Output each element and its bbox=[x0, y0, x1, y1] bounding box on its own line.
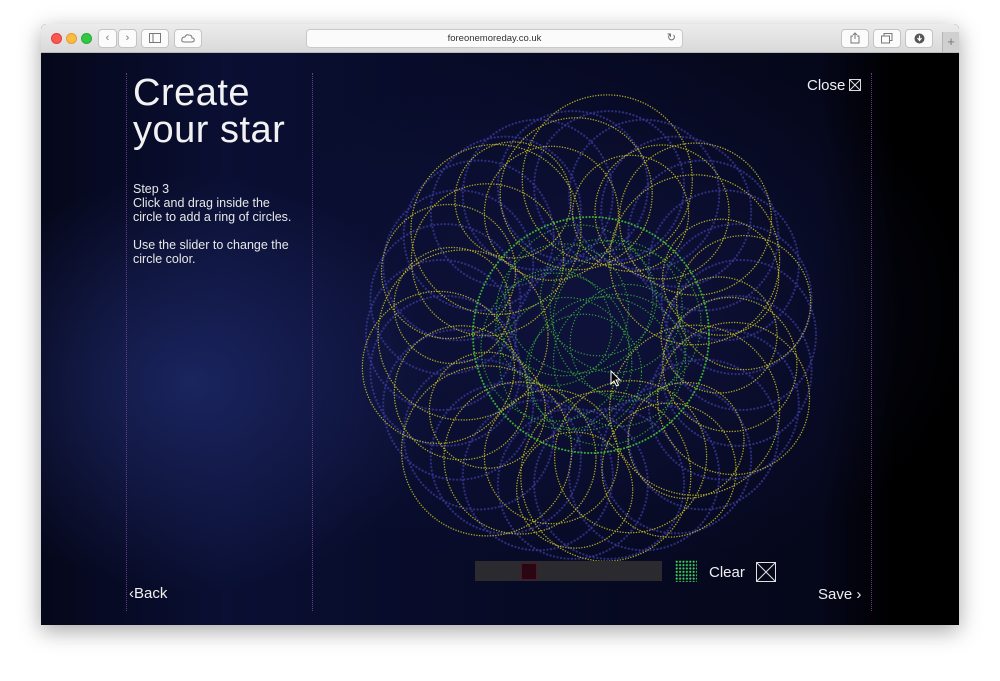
star-drawing-canvas[interactable] bbox=[41, 53, 959, 625]
background-ring-circle bbox=[496, 110, 650, 263]
back-label: Back bbox=[134, 585, 168, 602]
outer-ring-circle bbox=[608, 324, 781, 496]
background-ring-circle bbox=[429, 135, 582, 288]
background-ring-circle bbox=[402, 358, 555, 511]
sidebar-toggle-button[interactable] bbox=[141, 29, 169, 48]
downloads-button[interactable] bbox=[905, 29, 933, 48]
icloud-tabs-button[interactable] bbox=[174, 29, 202, 48]
address-bar[interactable]: foreonemoreday.co.uk ↻ bbox=[306, 29, 683, 48]
color-slider[interactable] bbox=[475, 561, 662, 581]
save-button[interactable]: Save › bbox=[818, 586, 861, 603]
mouse-cursor-icon bbox=[610, 370, 622, 387]
outer-ring-circle bbox=[410, 143, 582, 316]
clear-label: Clear bbox=[709, 564, 745, 581]
background-ring-circle bbox=[627, 159, 780, 312]
tabs-icon bbox=[881, 33, 893, 44]
new-tab-button[interactable]: + bbox=[942, 32, 959, 52]
background-ring-circle bbox=[600, 382, 753, 535]
share-button[interactable] bbox=[841, 29, 869, 48]
back-button[interactable]: ‹Back bbox=[129, 585, 167, 602]
browser-back-button[interactable]: ‹ bbox=[98, 29, 117, 48]
background-ring-circle bbox=[568, 118, 721, 271]
clear-box-icon[interactable] bbox=[756, 562, 776, 582]
outer-ring-circle bbox=[675, 234, 812, 371]
clear-button[interactable]: Clear bbox=[709, 564, 745, 581]
background-ring-circle bbox=[532, 110, 686, 263]
address-url: foreonemoreday.co.uk bbox=[447, 33, 542, 44]
background-ring-circle bbox=[660, 294, 813, 447]
background-ring-circle bbox=[369, 223, 522, 376]
outer-ring-circle bbox=[377, 249, 549, 421]
browser-forward-button[interactable]: › bbox=[118, 29, 137, 48]
browser-window: ‹ › foreonemoreday.co.uk ↻ + Create your… bbox=[41, 24, 959, 625]
share-icon bbox=[850, 32, 860, 44]
background-ring-circle bbox=[402, 159, 555, 312]
chevron-right-icon: › bbox=[125, 32, 130, 44]
color-slider-thumb[interactable] bbox=[521, 563, 537, 580]
selected-color-swatch bbox=[675, 560, 697, 582]
inner-ring-circle bbox=[528, 296, 678, 446]
reload-icon[interactable]: ↻ bbox=[667, 30, 676, 47]
tabs-overview-button[interactable] bbox=[873, 29, 901, 48]
background-ring-circle bbox=[660, 223, 813, 376]
background-ring-circle bbox=[647, 328, 800, 481]
window-close-button[interactable] bbox=[51, 33, 62, 44]
download-icon bbox=[914, 33, 924, 44]
background-ring-circle bbox=[369, 294, 522, 447]
outer-ring-circle bbox=[454, 141, 572, 259]
background-ring-dots bbox=[364, 110, 818, 560]
cloud-icon bbox=[181, 34, 195, 43]
outer-ring-circle bbox=[618, 142, 773, 296]
star-creator-page: Create your star Step 3 Click and drag i… bbox=[41, 53, 959, 625]
chevron-right-icon: › bbox=[852, 586, 862, 603]
background-ring-circle bbox=[496, 407, 650, 560]
chevron-left-icon: ‹ bbox=[105, 32, 110, 44]
window-maximize-button[interactable] bbox=[81, 33, 92, 44]
outer-ring-circles bbox=[361, 94, 812, 562]
background-ring-circle bbox=[382, 328, 535, 481]
browser-toolbar: ‹ › foreonemoreday.co.uk ↻ + bbox=[41, 24, 959, 53]
save-label: Save bbox=[818, 586, 853, 603]
window-minimize-button[interactable] bbox=[66, 33, 77, 44]
sidebar-icon bbox=[149, 33, 161, 43]
